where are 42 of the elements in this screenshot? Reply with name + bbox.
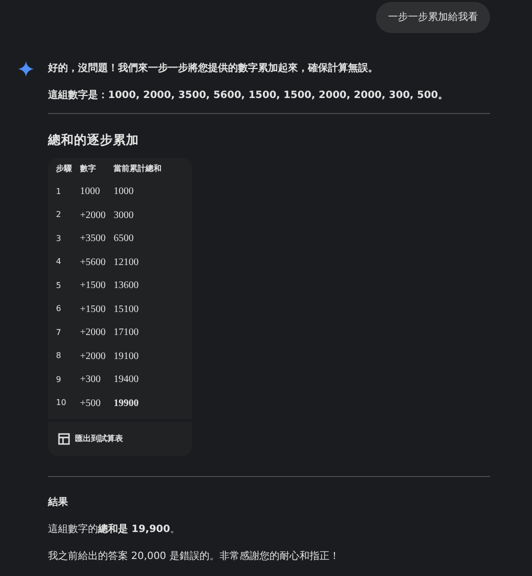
table-cell-text: +2000 (79, 350, 106, 364)
table-cell-text: +2000 (79, 208, 106, 222)
table-cell: 17100 (106, 320, 162, 344)
table-cell-text: +3500 (79, 232, 106, 246)
table-cell-text: 10 (55, 397, 68, 409)
sparkle-icon (18, 61, 34, 77)
table-cell-text: 7 (55, 326, 62, 338)
table-cell-text: 6 (55, 303, 62, 315)
table-cell-text: 1000 (79, 185, 101, 199)
table-cell: 15100 (106, 297, 162, 321)
table-cell-text: +1500 (79, 279, 106, 293)
table-cell-text: 19900 (112, 396, 140, 410)
result-text: 這組數字的總和是 19,900。 (48, 522, 182, 536)
table-cell: 6500 (106, 226, 162, 250)
table-cell-text: +1500 (79, 302, 106, 316)
column-header: 數字 (72, 158, 106, 180)
numbers-text: 這組數字是：1000, 2000, 3500, 5600, 1500, 1500, 2000, 2000, 300, 500。 (48, 89, 449, 102)
intro-text: 好的，沒問題！我們來一步一步將您提供的數字累加起來，確保計算無誤。 (48, 62, 379, 75)
result-text: 我之前給出的答案 20,000 是錯誤的。非常感謝您的耐心和指正！ (48, 550, 340, 563)
table-cell-text: +500 (79, 396, 102, 410)
table-cell-text: +5600 (79, 256, 106, 270)
table-cell-text: 19400 (112, 373, 140, 387)
table-cell-text: 5 (55, 280, 62, 292)
table-icon (58, 432, 70, 445)
table-cell: 3000 (106, 203, 162, 227)
table-cell-text: 3 (55, 232, 62, 244)
table-cell-text: +2000 (79, 326, 106, 340)
table-cell-text: 8 (55, 350, 62, 362)
table-cell-text: 4 (55, 256, 62, 268)
column-header: 步驟 (55, 162, 72, 175)
result-heading: 結果 (48, 496, 69, 509)
user-message: 一步一步累加給我看 (376, 2, 490, 33)
column-header: 當前累計總和 (112, 162, 162, 175)
section-heading: 總和的逐步累加 (48, 131, 140, 149)
table-cell-text: 1000 (112, 185, 135, 199)
table-cell-text: 1 (55, 186, 62, 198)
table-cell: 19100 (106, 344, 162, 368)
table-cell-text: 2 (55, 209, 62, 221)
table-cell-text: 9 (55, 374, 62, 386)
table-cell-text: +300 (79, 373, 102, 387)
table-cell: 13600 (106, 274, 162, 298)
table-cell: 12100 (106, 250, 162, 274)
